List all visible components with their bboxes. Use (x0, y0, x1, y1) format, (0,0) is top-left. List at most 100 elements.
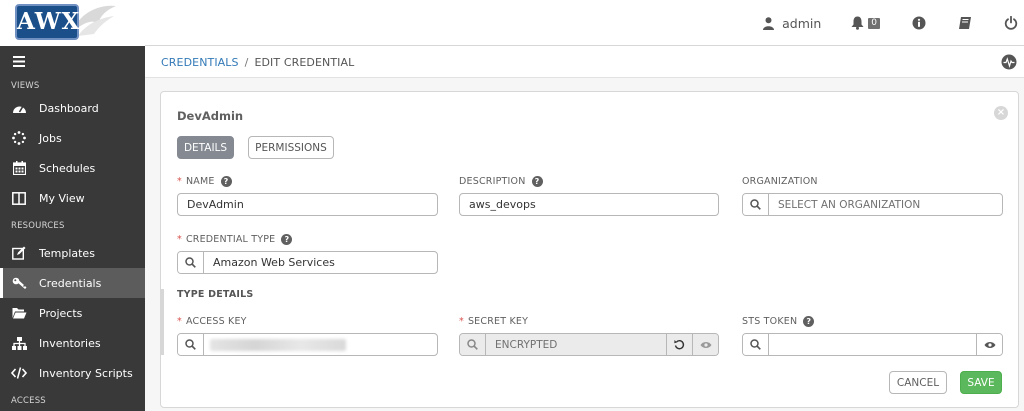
sidebar-item-label: Projects (39, 306, 83, 320)
breadcrumb-separator: / (244, 56, 249, 69)
sts-token-field[interactable] (742, 333, 1003, 356)
secret-key-field[interactable]: ENCRYPTED (459, 333, 719, 356)
help-icon[interactable]: ? (220, 176, 232, 187)
user-icon (763, 16, 775, 30)
undo-icon[interactable] (666, 334, 692, 355)
secret-key-value: ENCRYPTED (495, 338, 558, 351)
sidebar-item-label: Dashboard (39, 101, 99, 115)
name-label-text: NAME (185, 176, 215, 187)
tab-details[interactable]: DETAILS (177, 136, 234, 159)
breadcrumb-credentials-link[interactable]: CREDENTIALS (161, 56, 239, 69)
sts-token-label-text: STS TOKEN (742, 316, 798, 327)
required-marker: * (177, 176, 182, 187)
section-views: VIEWS (11, 81, 40, 91)
sidebar: VIEWS Dashboard Jobs Schedules My View R… (0, 46, 145, 411)
about-button[interactable] (912, 16, 926, 30)
folder-open-icon (11, 305, 27, 321)
access-key-label-text: ACCESS KEY (185, 316, 247, 327)
sidebar-item-schedules[interactable]: Schedules (0, 153, 145, 183)
credential-type-label-text: CREDENTIAL TYPE (185, 234, 276, 245)
name-value: DevAdmin (187, 198, 244, 211)
credential-type-lookup[interactable]: Amazon Web Services (177, 251, 438, 274)
pencil-square-icon (11, 245, 27, 261)
sidebar-item-label: Inventories (39, 336, 101, 350)
notifications-button[interactable]: 0 (851, 16, 880, 30)
sidebar-item-dashboard[interactable]: Dashboard (0, 93, 145, 123)
sidebar-item-templates[interactable]: Templates (0, 238, 145, 268)
notification-count: 0 (868, 17, 880, 29)
sidebar-item-label: Inventory Scripts (39, 366, 133, 380)
help-icon[interactable]: ? (803, 316, 815, 327)
description-label-text: DESCRIPTION (459, 176, 526, 187)
required-marker: * (177, 234, 182, 245)
sidebar-item-label: Schedules (39, 161, 96, 175)
name-label: * NAME ? (177, 176, 232, 187)
logout-button[interactable] (1004, 16, 1018, 30)
required-marker: * (459, 316, 464, 327)
access-key-redacted (210, 338, 346, 351)
help-icon[interactable]: ? (531, 176, 543, 187)
secret-key-label: * SECRET KEY (459, 316, 528, 327)
breadcrumb: CREDENTIALS / EDIT CREDENTIAL (161, 56, 354, 69)
sidebar-item-label: Credentials (39, 276, 102, 290)
activity-stream-icon[interactable] (1001, 54, 1017, 70)
required-marker: * (177, 316, 182, 327)
sidebar-item-label: Templates (39, 246, 95, 260)
organization-label-text: ORGANIZATION (742, 176, 818, 187)
sidebar-item-inventories[interactable]: Inventories (0, 328, 145, 358)
bell-icon (851, 16, 864, 30)
tab-permissions[interactable]: PERMISSIONS (248, 136, 334, 159)
panel-title: DevAdmin (177, 109, 244, 123)
edit-credential-panel: DevAdmin × DETAILS PERMISSIONS * NAME ? … (160, 91, 1019, 408)
sidebar-item-label: Jobs (39, 131, 62, 145)
name-field[interactable]: DevAdmin (177, 193, 438, 216)
eye-icon[interactable] (976, 334, 1002, 355)
key-icon (11, 275, 27, 291)
search-icon[interactable] (743, 194, 769, 215)
tachometer-icon (11, 100, 27, 116)
user-menu[interactable]: admin (763, 16, 821, 31)
sidebar-item-inventory-scripts[interactable]: Inventory Scripts (0, 358, 145, 388)
sidebar-item-jobs[interactable]: Jobs (0, 123, 145, 153)
sidebar-item-label: My View (39, 191, 85, 205)
documentation-button[interactable] (958, 16, 972, 30)
breadcrumb-current: EDIT CREDENTIAL (254, 56, 355, 69)
awx-logo[interactable]: AWX (0, 0, 145, 46)
power-icon (1004, 16, 1018, 30)
type-details-accent (161, 289, 164, 355)
username: admin (782, 15, 822, 31)
spinner-icon (11, 130, 27, 146)
eye-icon[interactable] (692, 334, 718, 355)
search-icon[interactable] (178, 334, 204, 355)
help-icon[interactable]: ? (281, 234, 293, 245)
sidebar-item-credentials[interactable]: Credentials (0, 268, 145, 298)
secret-key-label-text: SECRET KEY (467, 316, 529, 327)
description-value: aws_devops (469, 198, 536, 211)
type-details-title: TYPE DETAILS (177, 289, 254, 300)
section-resources: RESOURCES (11, 221, 65, 231)
description-label: DESCRIPTION ? (459, 176, 543, 187)
credential-type-label: * CREDENTIAL TYPE ? (177, 234, 293, 245)
section-access: ACCESS (11, 396, 46, 406)
sidebar-item-my-view[interactable]: My View (0, 183, 145, 213)
book-icon (959, 17, 971, 29)
search-icon[interactable] (743, 334, 769, 355)
columns-icon (11, 190, 27, 206)
save-button[interactable]: SAVE (960, 371, 1002, 394)
close-icon[interactable]: × (994, 106, 1008, 120)
calendar-icon (11, 160, 27, 176)
hamburger-menu-icon[interactable] (13, 56, 25, 67)
breadcrumb-bar: CREDENTIALS / EDIT CREDENTIAL (145, 46, 1024, 78)
description-field[interactable]: aws_devops (459, 193, 719, 216)
organization-placeholder: SELECT AN ORGANIZATION (778, 198, 921, 211)
search-icon (460, 334, 486, 355)
credential-type-value: Amazon Web Services (213, 256, 335, 269)
search-icon[interactable] (178, 252, 204, 273)
info-icon (912, 16, 926, 30)
top-header: AWX admin 0 (0, 0, 1024, 46)
organization-lookup[interactable]: SELECT AN ORGANIZATION (742, 193, 1003, 216)
access-key-field[interactable] (177, 333, 438, 356)
sts-token-label: STS TOKEN ? (742, 316, 815, 327)
sidebar-item-projects[interactable]: Projects (0, 298, 145, 328)
cancel-button[interactable]: CANCEL (889, 371, 947, 394)
